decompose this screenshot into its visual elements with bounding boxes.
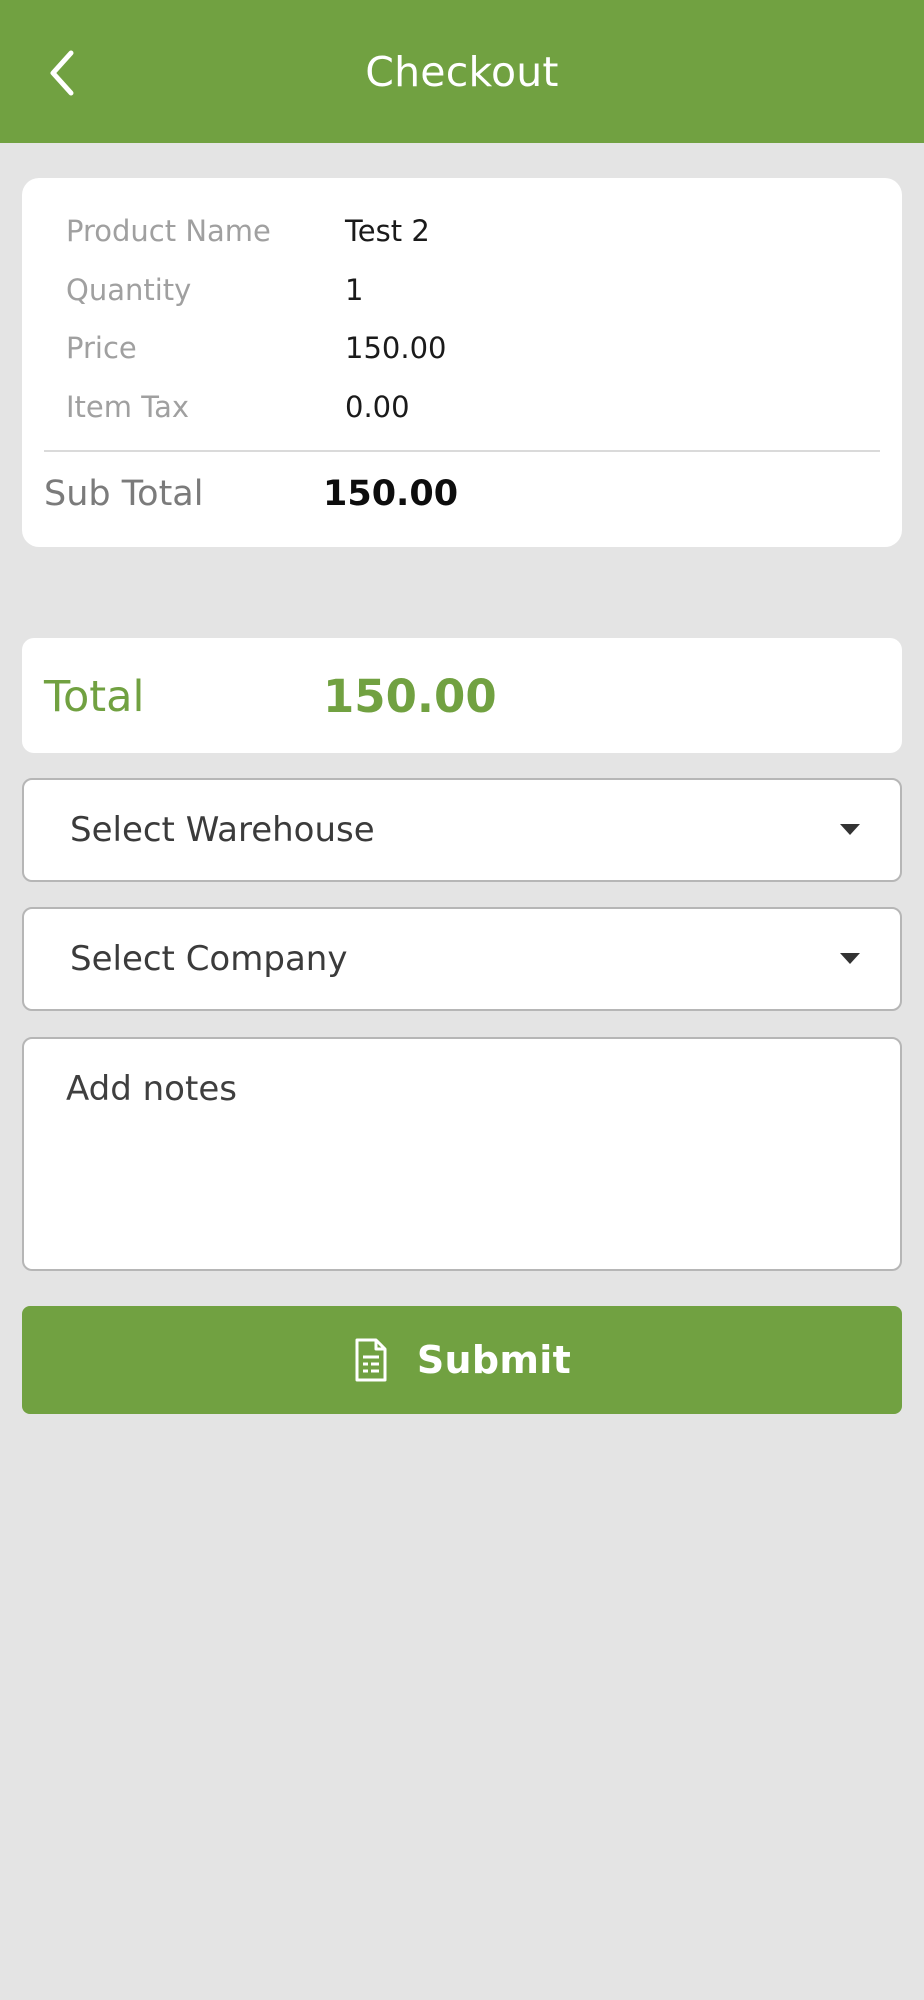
total-card: Total 150.00 xyxy=(22,638,902,753)
summary-row-price: Price 150.00 xyxy=(44,331,880,371)
summary-row-quantity: Quantity 1 xyxy=(44,273,880,313)
subtotal-label: Sub Total xyxy=(44,474,204,514)
notes-input[interactable] xyxy=(66,1069,866,1249)
warehouse-select-value: Select Warehouse xyxy=(70,810,375,850)
dropdown-caret-icon xyxy=(840,953,860,964)
summary-value: 1 xyxy=(345,273,364,307)
summary-value: 150.00 xyxy=(345,331,447,365)
summary-value: 0.00 xyxy=(345,390,410,424)
summary-row-item-tax: Item Tax 0.00 xyxy=(44,390,880,430)
total-label: Total xyxy=(44,672,145,722)
page-title: Checkout xyxy=(365,48,559,96)
dropdown-caret-icon xyxy=(840,824,860,835)
summary-label: Price xyxy=(66,331,137,365)
summary-label: Item Tax xyxy=(66,390,190,424)
total-value: 150.00 xyxy=(323,670,497,723)
summary-row-product-name: Product Name Test 2 xyxy=(44,214,880,254)
submit-button[interactable]: Submit xyxy=(22,1306,902,1414)
warehouse-select[interactable]: Select Warehouse xyxy=(22,778,902,882)
submit-button-label: Submit xyxy=(416,1338,572,1382)
company-select-value: Select Company xyxy=(70,939,348,979)
summary-value: Test 2 xyxy=(345,214,430,248)
notes-field-container xyxy=(22,1037,902,1271)
company-select[interactable]: Select Company xyxy=(22,907,902,1011)
order-summary-card: Product Name Test 2 Quantity 1 Price 150… xyxy=(22,178,902,547)
document-icon xyxy=(353,1336,389,1384)
summary-label: Quantity xyxy=(66,273,192,307)
app-header: Checkout xyxy=(0,0,924,143)
subtotal-value: 150.00 xyxy=(323,474,459,514)
summary-label: Product Name xyxy=(66,214,271,248)
summary-divider xyxy=(44,450,880,452)
